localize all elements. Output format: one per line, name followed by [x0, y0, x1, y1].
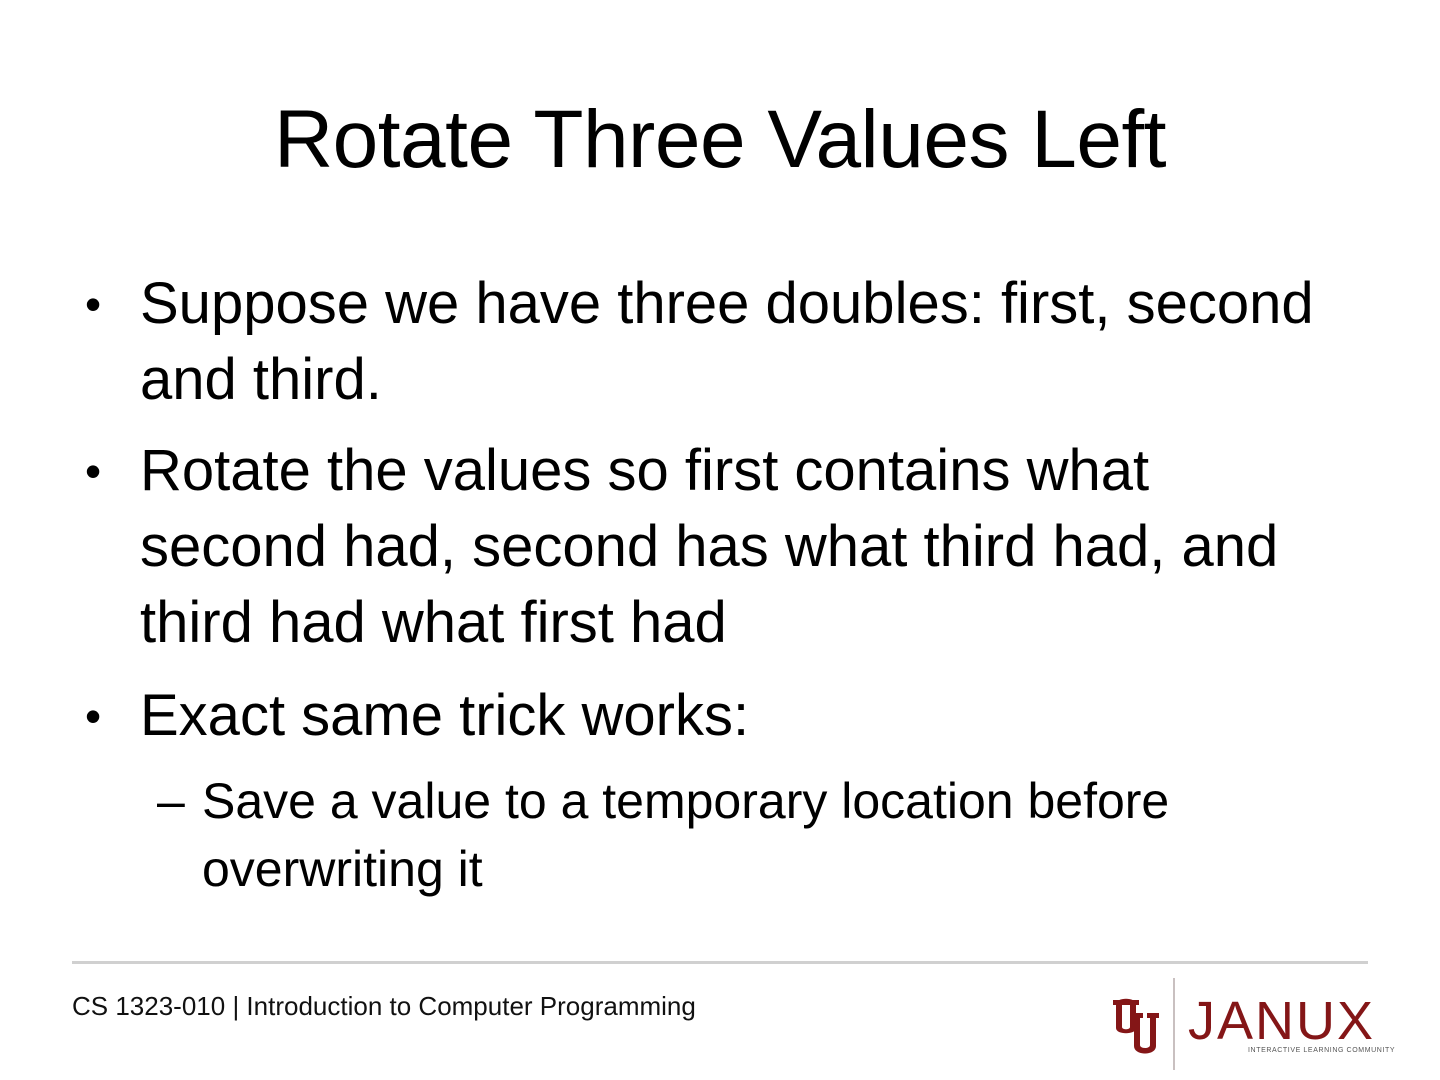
bullet-text: Suppose we have three doubles: first, se…	[140, 271, 1314, 412]
janux-tagline: INTERACTIVE LEARNING COMMUNITY	[1248, 1047, 1396, 1054]
sub-bullet-item: – Save a value to a temporary location b…	[157, 767, 1312, 903]
bullet-icon: •	[85, 445, 102, 497]
bullet-item: • Suppose we have three doubles: first, …	[85, 266, 1320, 418]
bullet-item: • Exact same trick works:	[85, 678, 1320, 754]
ou-logo-icon	[1113, 998, 1159, 1054]
bullet-text: Exact same trick works:	[140, 683, 750, 748]
footer-divider	[72, 961, 1368, 964]
course-footer: CS 1323-010 | Introduction to Computer P…	[72, 991, 696, 1021]
bullet-icon: •	[85, 278, 102, 330]
dash-icon: –	[157, 773, 185, 829]
sub-bullet-text: Save a value to a temporary location bef…	[202, 773, 1170, 897]
bullet-item: • Rotate the values so first contains wh…	[85, 433, 1320, 661]
logo-divider	[1173, 978, 1175, 1070]
bullet-text: Rotate the values so first contains what…	[140, 438, 1279, 655]
janux-logo: JANUX INTERACTIVE LEARNING COMMUNITY	[1112, 978, 1395, 1070]
bullet-icon: •	[85, 690, 102, 742]
bullet-list: • Suppose we have three doubles: first, …	[0, 0, 1440, 940]
janux-wordmark: JANUX	[1188, 991, 1376, 1051]
